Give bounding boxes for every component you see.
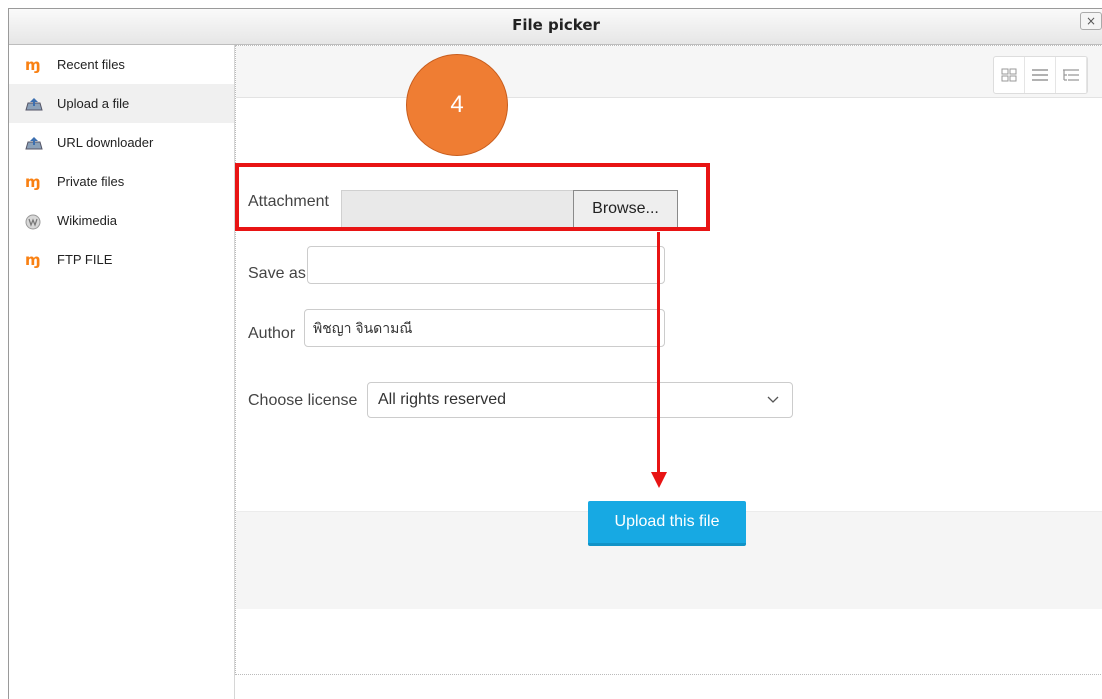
license-label: Choose license [248,392,358,409]
dialog-title: File picker [512,16,600,34]
sidebar-item-label: FTP FILE [57,252,113,267]
view-switcher [993,56,1088,94]
sidebar-item-label: Recent files [57,57,125,72]
close-icon: × [1085,14,1097,28]
tree-icon [1063,69,1079,81]
save-as-label: Save as [248,265,306,282]
dialog-titlebar: File picker × [9,9,1102,45]
save-as-input[interactable] [307,246,665,284]
wikimedia-icon [25,214,43,229]
upload-panel [235,45,1102,675]
icon-view-button[interactable] [994,57,1025,93]
list-view-button[interactable] [1025,57,1056,93]
browse-button[interactable]: Browse... [573,190,678,228]
close-button[interactable]: × [1080,12,1102,30]
attachment-label: Attachment [248,193,329,210]
grid-icon [1001,68,1017,82]
annotation-arrow-head [651,472,667,488]
sidebar-item-url-downloader[interactable]: URL downloader [9,123,234,162]
tree-view-button[interactable] [1056,57,1087,93]
license-select[interactable]: All rights reserved [367,382,793,418]
sidebar-item-private-files[interactable]: ɱ Private files [9,162,234,201]
author-input[interactable]: พิชญา จินดามณี [304,309,665,347]
file-picker-dialog: File picker × ɱ Recent files Upload a fi… [8,8,1102,699]
upload-this-file-button[interactable]: Upload this file [588,501,746,546]
sidebar-item-label: Upload a file [57,96,130,111]
url-downloader-icon [25,136,43,150]
sidebar-item-ftp-file[interactable]: ɱ FTP FILE [9,240,234,279]
repository-sidebar: ɱ Recent files Upload a file URL downloa… [9,45,235,699]
attachment-file-field[interactable] [341,190,573,228]
moodle-icon: ɱ [25,250,41,269]
upload-icon [25,97,43,111]
list-icon [1032,69,1048,81]
sidebar-item-recent-files[interactable]: ɱ Recent files [9,45,234,84]
sidebar-item-label: Private files [57,174,125,189]
annotation-arrow-line [657,232,660,472]
moodle-icon: ɱ [25,172,41,191]
moodle-icon: ɱ [25,55,41,74]
sidebar-item-upload-a-file[interactable]: Upload a file [9,84,234,123]
view-toolbar [236,46,1102,98]
sidebar-item-label: Wikimedia [57,213,117,228]
sidebar-item-wikimedia[interactable]: Wikimedia [9,201,234,240]
chevron-down-icon [766,383,780,430]
sidebar-item-label: URL downloader [57,135,154,150]
step-number-badge: 4 [406,54,508,156]
license-selected-value: All rights reserved [378,391,507,408]
author-label: Author [248,325,296,342]
